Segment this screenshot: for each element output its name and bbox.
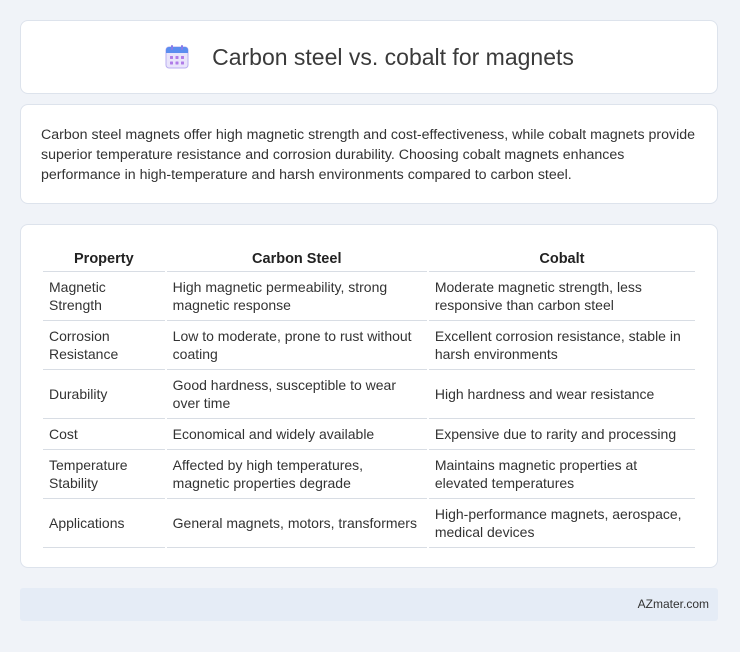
header-cobalt: Cobalt: [428, 245, 695, 272]
header-property: Property: [43, 245, 165, 272]
row-carbon-steel: Good hardness, susceptible to wear over …: [166, 370, 427, 419]
row-cobalt: Moderate magnetic strength, less respons…: [428, 272, 695, 321]
header-carbon-steel: Carbon Steel: [166, 245, 427, 272]
row-property: Corrosion Resistance: [43, 321, 165, 370]
row-property: Temperature Stability: [43, 450, 165, 499]
row-carbon-steel: High magnetic permeability, strong magne…: [166, 272, 427, 321]
calendar-icon: [165, 45, 189, 69]
row-property: Durability: [43, 370, 165, 419]
comparison-table-card: Property Carbon Steel Cobalt Magnetic St…: [20, 224, 718, 568]
table-row: Cost Economical and widely available Exp…: [43, 419, 695, 450]
row-carbon-steel: General magnets, motors, transformers: [166, 499, 427, 548]
row-carbon-steel: Affected by high temperatures, magnetic …: [166, 450, 427, 499]
table-row: Corrosion Resistance Low to moderate, pr…: [43, 321, 695, 370]
intro-text: Carbon steel magnets offer high magnetic…: [41, 127, 696, 183]
comparison-table: Property Carbon Steel Cobalt Magnetic St…: [41, 245, 697, 548]
table-row: Temperature Stability Affected by high t…: [43, 450, 695, 499]
row-cobalt: High-performance magnets, aerospace, med…: [428, 499, 695, 548]
row-carbon-steel: Economical and widely available: [166, 419, 427, 450]
table-row: Magnetic Strength High magnetic permeabi…: [43, 272, 695, 321]
row-cobalt: Expensive due to rarity and processing: [428, 419, 695, 450]
footer-brand: AZmater.com: [637, 597, 709, 611]
page-title: Carbon steel vs. cobalt for magnets: [212, 43, 574, 70]
row-cobalt: Maintains magnetic properties at elevate…: [428, 450, 695, 499]
title-card: Carbon steel vs. cobalt for magnets: [20, 20, 718, 94]
row-carbon-steel: Low to moderate, prone to rust without c…: [166, 321, 427, 370]
row-property: Magnetic Strength: [43, 272, 165, 321]
row-cobalt: High hardness and wear resistance: [428, 370, 695, 419]
table-header-row: Property Carbon Steel Cobalt: [43, 245, 695, 272]
row-property: Applications: [43, 499, 165, 548]
row-property: Cost: [43, 419, 165, 450]
table-row: Applications General magnets, motors, tr…: [43, 499, 695, 548]
intro-card: Carbon steel magnets offer high magnetic…: [20, 104, 718, 204]
footer-bar: AZmater.com: [20, 588, 718, 621]
row-cobalt: Excellent corrosion resistance, stable i…: [428, 321, 695, 370]
table-row: Durability Good hardness, susceptible to…: [43, 370, 695, 419]
